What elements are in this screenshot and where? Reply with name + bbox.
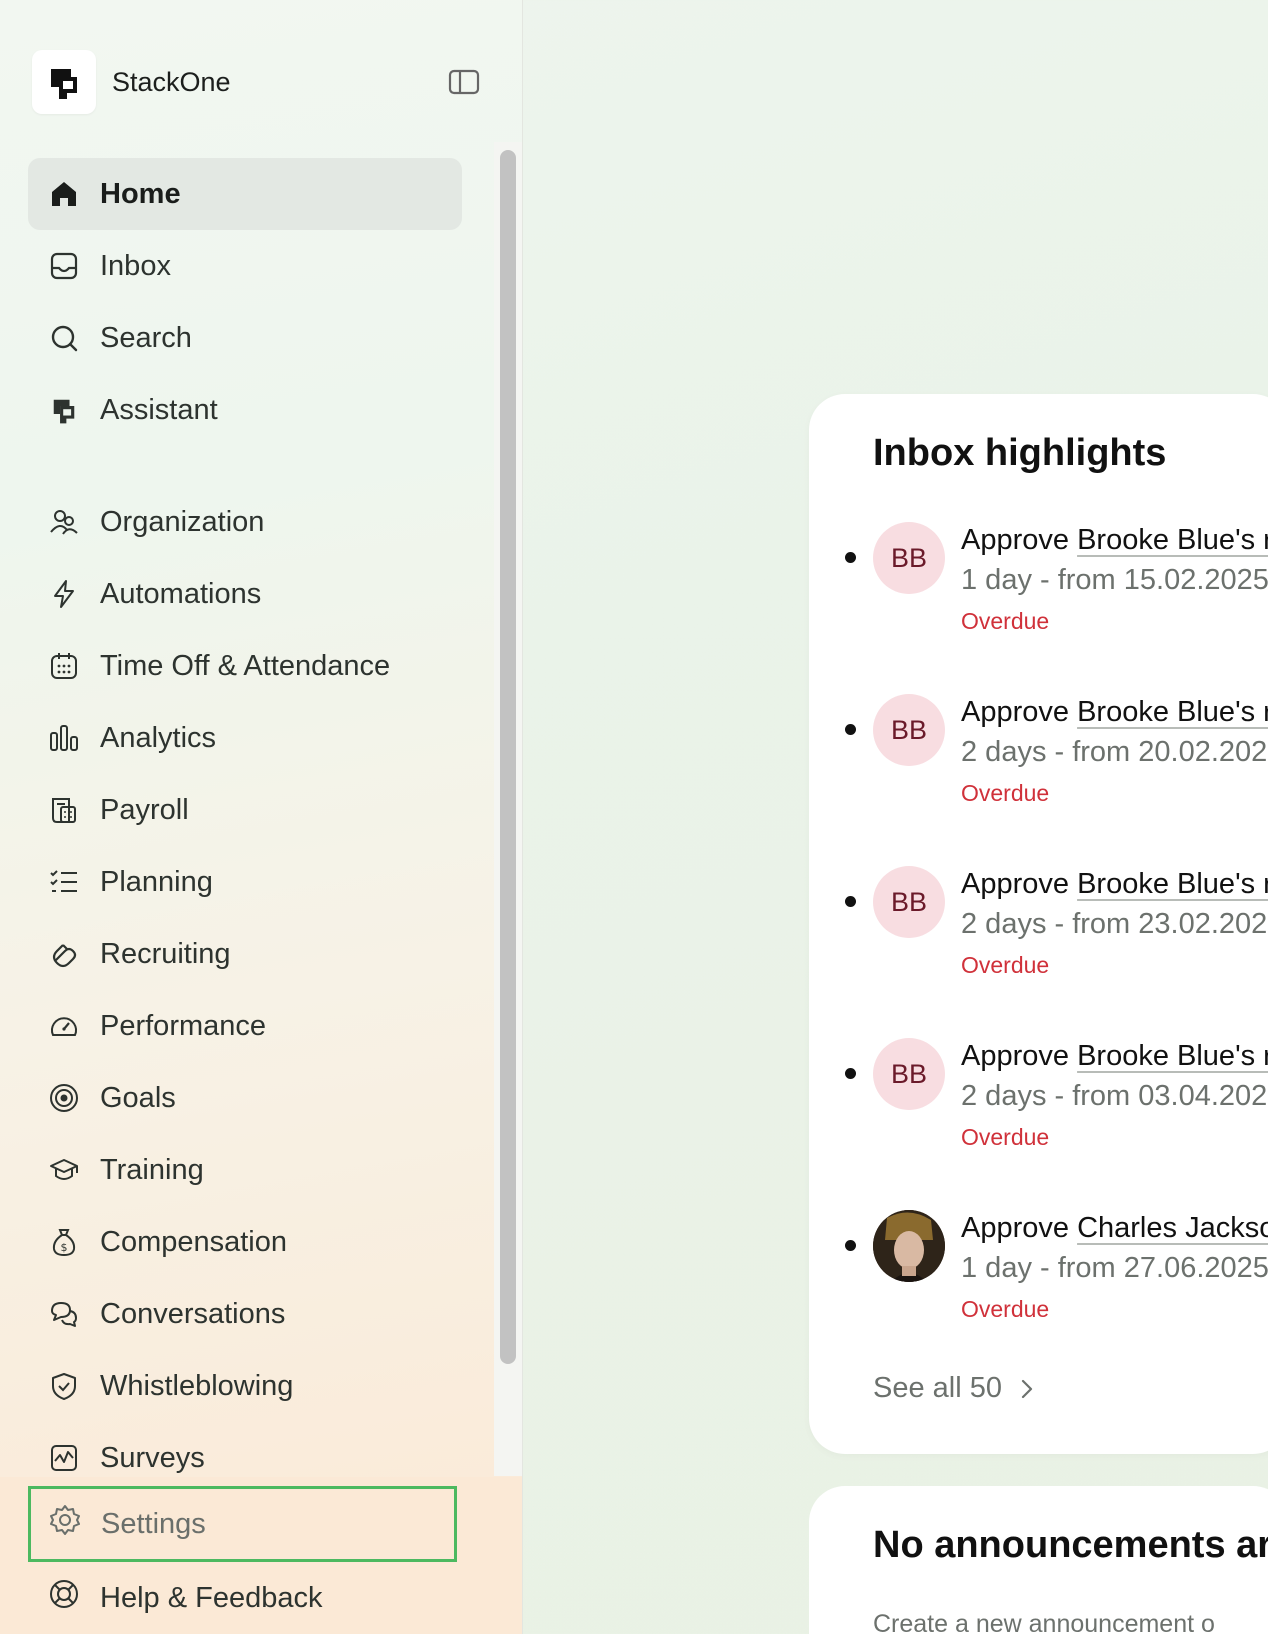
sidebar-scrollbar[interactable]	[494, 142, 522, 1476]
list-item[interactable]: Approve Charles Jackso 1 day - from 27.0…	[809, 1210, 1268, 1330]
sidebar-nav: Home Inbox Search Assistant Organization…	[28, 158, 462, 1494]
magnet-icon	[48, 938, 80, 970]
item-title: Approve Brooke Blue's r	[961, 524, 1268, 557]
person-link[interactable]: Brooke Blue's r	[1077, 1040, 1268, 1072]
status-badge: Overdue	[961, 952, 1050, 978]
list-item[interactable]: BB Approve Brooke Blue's r 2 days - from…	[809, 1038, 1268, 1158]
person-link[interactable]: Brooke Blue's r	[1077, 696, 1268, 728]
avatar: BB	[873, 866, 945, 938]
status-badge: Overdue	[961, 780, 1050, 806]
item-detail: 2 days - from 03.04.202	[961, 1080, 1268, 1112]
money-bag-icon: $	[48, 1226, 80, 1258]
sidebar-item-time-off[interactable]: Time Off & Attendance	[28, 630, 462, 702]
sidebar-item-analytics[interactable]: Analytics	[28, 702, 462, 774]
person-link[interactable]: Brooke Blue's r	[1077, 524, 1268, 556]
sidebar-item-organization[interactable]: Organization	[28, 486, 462, 558]
sidebar-item-settings[interactable]: Settings	[28, 1486, 457, 1562]
bar-chart-icon	[48, 722, 80, 754]
target-icon	[48, 1082, 80, 1114]
bullet	[845, 1068, 856, 1079]
people-icon	[48, 506, 80, 538]
item-detail: 2 days - from 23.02.202	[961, 908, 1268, 940]
sidebar-item-recruiting[interactable]: Recruiting	[28, 918, 462, 990]
see-all-label: See all 50	[873, 1372, 1002, 1404]
person-link[interactable]: Charles Jackso	[1077, 1212, 1268, 1244]
checklist-icon	[48, 866, 80, 898]
sidebar-item-automations[interactable]: Automations	[28, 558, 462, 630]
stackone-logo-icon	[32, 50, 96, 114]
sidebar: StackOne Home Inbox Search Assistant Org…	[0, 0, 523, 1634]
item-title: Approve Brooke Blue's r	[961, 696, 1268, 729]
see-all-link[interactable]: See all 50	[873, 1372, 1034, 1405]
sidebar-item-inbox[interactable]: Inbox	[28, 230, 462, 302]
shield-check-icon	[48, 1370, 80, 1402]
lifebuoy-icon	[48, 1578, 80, 1618]
app-name: StackOne	[112, 66, 231, 97]
sidebar-item-training[interactable]: Training	[28, 1134, 462, 1206]
inbox-icon	[48, 250, 80, 282]
bullet	[845, 724, 856, 735]
avatar-photo	[873, 1210, 945, 1282]
search-icon	[48, 322, 80, 354]
bullet	[845, 1240, 856, 1251]
sidebar-item-payroll[interactable]: Payroll	[28, 774, 462, 846]
bullet	[845, 896, 856, 907]
item-title: Approve Brooke Blue's r	[961, 1040, 1268, 1073]
sidebar-item-whistleblowing[interactable]: Whistleblowing	[28, 1350, 462, 1422]
gauge-icon	[48, 1010, 80, 1042]
item-detail: 2 days - from 20.02.202	[961, 736, 1268, 768]
svg-text:$: $	[61, 1241, 68, 1254]
sidebar-item-assistant[interactable]: Assistant	[28, 374, 462, 446]
chevron-right-icon	[1021, 1379, 1033, 1398]
card-title: No announcements ar	[873, 1524, 1268, 1566]
item-detail: 1 day - from 15.02.2025	[961, 564, 1268, 596]
home-icon	[48, 178, 80, 210]
sidebar-toggle-icon[interactable]	[446, 66, 482, 98]
announcements-card: No announcements ar Create a new announc…	[809, 1486, 1268, 1634]
calculator-icon	[48, 794, 80, 826]
list-item[interactable]: BB Approve Brooke Blue's r 1 day - from …	[809, 522, 1268, 642]
sidebar-item-goals[interactable]: Goals	[28, 1062, 462, 1134]
bullet	[845, 552, 856, 563]
avatar: BB	[873, 1038, 945, 1110]
chat-bubbles-icon	[48, 1298, 80, 1330]
item-title: Approve Brooke Blue's r	[961, 868, 1268, 901]
avatar: BB	[873, 522, 945, 594]
sidebar-item-search[interactable]: Search	[28, 302, 462, 374]
status-badge: Overdue	[961, 608, 1050, 634]
gear-icon	[49, 1504, 81, 1544]
lightning-icon	[48, 578, 80, 610]
sidebar-item-performance[interactable]: Performance	[28, 990, 462, 1062]
item-detail: 1 day - from 27.06.2025	[961, 1252, 1268, 1284]
list-item[interactable]: BB Approve Brooke Blue's r 2 days - from…	[809, 694, 1268, 814]
sidebar-item-compensation[interactable]: $ Compensation	[28, 1206, 462, 1278]
scrollbar-thumb[interactable]	[500, 150, 516, 1364]
brand[interactable]: StackOne	[32, 50, 231, 114]
calendar-icon	[48, 650, 80, 682]
pulse-icon	[48, 1442, 80, 1474]
card-title: Inbox highlights	[873, 432, 1167, 474]
avatar: BB	[873, 694, 945, 766]
sidebar-item-planning[interactable]: Planning	[28, 846, 462, 918]
status-badge: Overdue	[961, 1124, 1050, 1150]
item-title: Approve Charles Jackso	[961, 1212, 1268, 1245]
inbox-highlights-card: Inbox highlights BB Approve Brooke Blue'…	[809, 394, 1268, 1454]
person-link[interactable]: Brooke Blue's r	[1077, 868, 1268, 900]
list-item[interactable]: BB Approve Brooke Blue's r 2 days - from…	[809, 866, 1268, 986]
sidebar-item-home[interactable]: Home	[28, 158, 462, 230]
graduation-cap-icon	[48, 1154, 80, 1186]
card-subtitle: Create a new announcement o	[873, 1610, 1215, 1634]
sidebar-item-conversations[interactable]: Conversations	[28, 1278, 462, 1350]
sidebar-item-help[interactable]: Help & Feedback	[28, 1562, 457, 1634]
status-badge: Overdue	[961, 1296, 1050, 1322]
nav-divider	[28, 446, 462, 486]
assistant-icon	[48, 394, 80, 426]
